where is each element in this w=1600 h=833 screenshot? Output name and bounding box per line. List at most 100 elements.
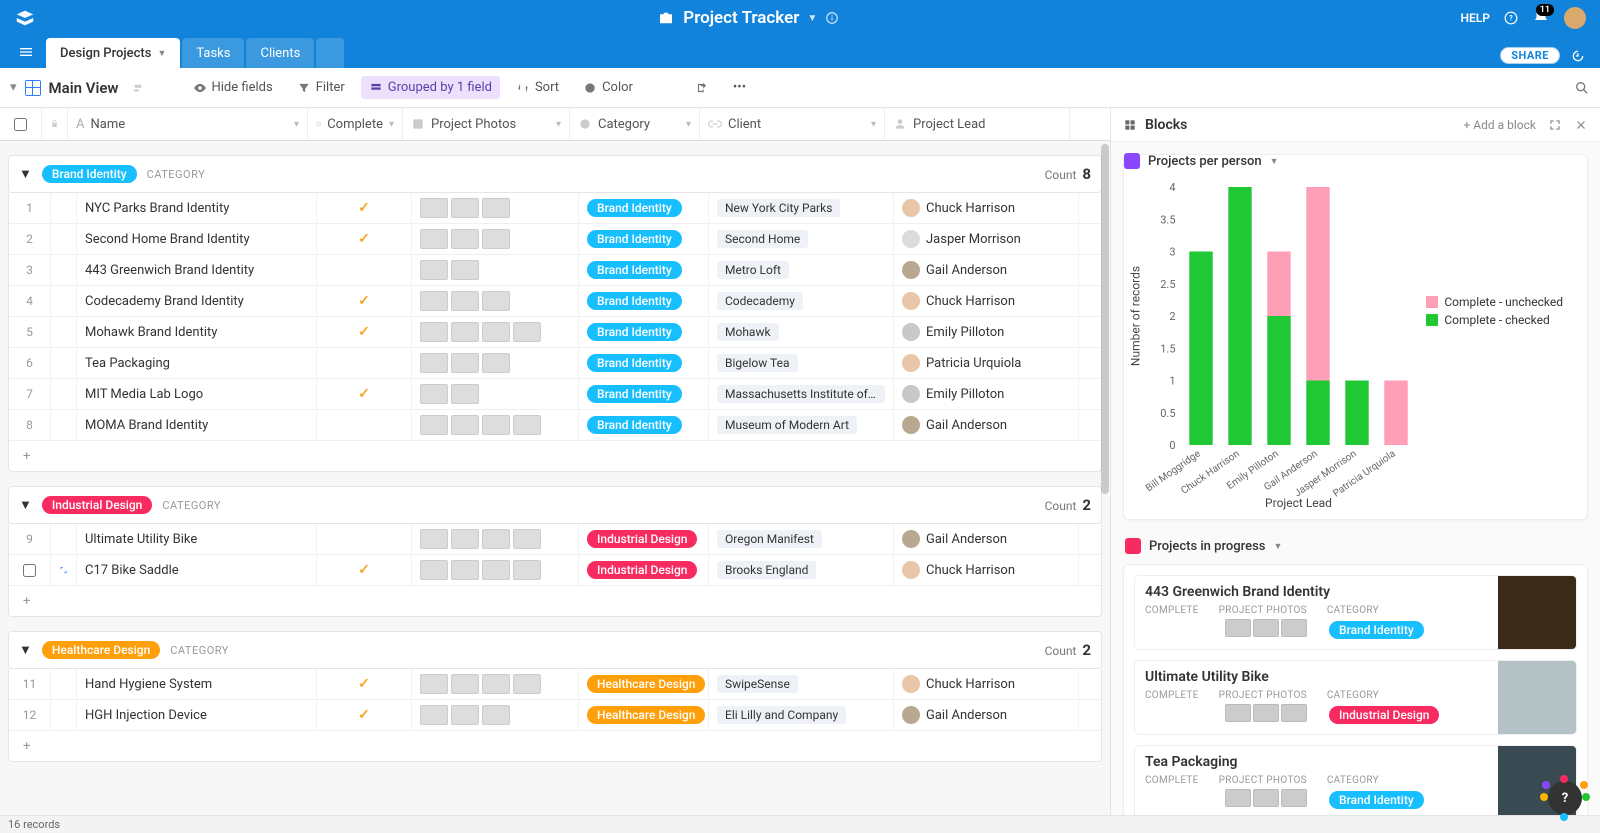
group-header[interactable]: ▼ Brand Identity CATEGORY Count 8 xyxy=(8,155,1102,193)
view-name[interactable]: Main View xyxy=(49,79,119,97)
cell-client[interactable]: Codecademy xyxy=(709,286,894,316)
cell-name[interactable]: MIT Media Lab Logo xyxy=(77,379,317,409)
photo-thumb[interactable] xyxy=(482,560,510,580)
search-icon[interactable] xyxy=(1574,80,1590,96)
photo-thumb[interactable] xyxy=(420,415,448,435)
photo-thumb[interactable] xyxy=(420,291,448,311)
cell-photos[interactable] xyxy=(412,379,579,409)
cell-client[interactable]: New York City Parks xyxy=(709,193,894,223)
select-all-checkbox[interactable] xyxy=(14,118,27,131)
cell-complete[interactable]: ✓ xyxy=(317,224,412,254)
cell-name[interactable]: Second Home Brand Identity xyxy=(77,224,317,254)
expand-record-button[interactable] xyxy=(51,524,77,554)
cell-photos[interactable] xyxy=(412,348,579,378)
photo-thumb[interactable] xyxy=(420,260,448,280)
table-row[interactable]: 8 MOMA Brand Identity Brand Identity Mus… xyxy=(9,410,1101,441)
cell-lead[interactable]: Chuck Harrison xyxy=(894,555,1079,585)
cell-client[interactable]: Mohawk xyxy=(709,317,894,347)
cell-photos[interactable] xyxy=(412,193,579,223)
column-category[interactable]: Category▾ xyxy=(570,108,700,140)
cell-photos[interactable] xyxy=(412,555,579,585)
expand-record-button[interactable] xyxy=(51,555,77,585)
cell-category[interactable]: Brand Identity xyxy=(579,317,709,347)
photo-thumb[interactable] xyxy=(451,529,479,549)
photo-thumb[interactable] xyxy=(482,291,510,311)
cell-lead[interactable]: Gail Anderson xyxy=(894,255,1079,285)
cell-complete[interactable] xyxy=(317,410,412,440)
group-header[interactable]: ▼ Healthcare Design CATEGORY Count 2 xyxy=(8,631,1102,669)
photo-thumb[interactable] xyxy=(420,229,448,249)
tab-design-projects[interactable]: Design Projects ▼ xyxy=(46,38,180,68)
photo-thumb[interactable] xyxy=(482,674,510,694)
photo-thumb[interactable] xyxy=(451,415,479,435)
table-row[interactable]: 2 Second Home Brand Identity ✓ Brand Ide… xyxy=(9,224,1101,255)
photo-thumb[interactable] xyxy=(451,705,479,725)
photo-thumb[interactable] xyxy=(420,674,448,694)
column-lead[interactable]: Project Lead xyxy=(885,108,1070,140)
expand-record-button[interactable] xyxy=(51,286,77,316)
history-icon[interactable] xyxy=(1570,48,1586,64)
cell-client[interactable]: Bigelow Tea xyxy=(709,348,894,378)
photo-thumb[interactable] xyxy=(513,529,541,549)
share-button[interactable]: SHARE xyxy=(1500,47,1560,64)
expand-icon[interactable] xyxy=(1548,118,1562,132)
cell-complete[interactable]: ✓ xyxy=(317,379,412,409)
cell-name[interactable]: Tea Packaging xyxy=(77,348,317,378)
cell-client[interactable]: Metro Loft xyxy=(709,255,894,285)
cell-complete[interactable]: ✓ xyxy=(317,700,412,730)
table-row[interactable]: C17 Bike Saddle ✓ Industrial Design Broo… xyxy=(9,555,1101,586)
cell-category[interactable]: Industrial Design xyxy=(579,555,709,585)
help-link[interactable]: HELP xyxy=(1461,11,1490,25)
progress-title[interactable]: Projects in progress xyxy=(1149,539,1265,554)
photo-thumb[interactable] xyxy=(513,322,541,342)
photo-thumb[interactable] xyxy=(451,198,479,218)
column-name[interactable]: AName▾ xyxy=(68,108,308,140)
help-icon[interactable]: ? xyxy=(1504,11,1518,25)
cell-photos[interactable] xyxy=(412,700,579,730)
table-row[interactable]: 4 Codecademy Brand Identity ✓ Brand Iden… xyxy=(9,286,1101,317)
cell-complete[interactable] xyxy=(317,348,412,378)
add-row-button[interactable]: + xyxy=(9,441,1101,471)
table-row[interactable]: 3 443 Greenwich Brand Identity Brand Ide… xyxy=(9,255,1101,286)
more-button[interactable]: ••• xyxy=(725,76,754,99)
cell-name[interactable]: MOMA Brand Identity xyxy=(77,410,317,440)
cell-photos[interactable] xyxy=(412,317,579,347)
expand-record-button[interactable] xyxy=(51,317,77,347)
expand-record-button[interactable] xyxy=(51,255,77,285)
photo-thumb[interactable] xyxy=(451,260,479,280)
photo-thumb[interactable] xyxy=(451,674,479,694)
collapse-icon[interactable]: ▼ xyxy=(19,497,32,513)
cell-name[interactable]: Hand Hygiene System xyxy=(77,669,317,699)
table-row[interactable]: 9 Ultimate Utility Bike Industrial Desig… xyxy=(9,524,1101,555)
cell-lead[interactable]: Chuck Harrison xyxy=(894,286,1079,316)
cell-lead[interactable]: Jasper Morrison xyxy=(894,224,1079,254)
cell-lead[interactable]: Gail Anderson xyxy=(894,700,1079,730)
cell-photos[interactable] xyxy=(412,669,579,699)
help-bubble[interactable]: ? xyxy=(1548,781,1582,815)
cell-photos[interactable] xyxy=(412,224,579,254)
hide-fields-button[interactable]: Hide fields xyxy=(185,76,281,99)
photo-thumb[interactable] xyxy=(482,529,510,549)
group-button[interactable]: Grouped by 1 field xyxy=(361,76,500,99)
chart-title[interactable]: Projects per person xyxy=(1148,154,1262,169)
chevron-down-icon[interactable]: ▼ xyxy=(1273,541,1282,552)
cell-lead[interactable]: Emily Pilloton xyxy=(894,379,1079,409)
cell-name[interactable]: Mohawk Brand Identity xyxy=(77,317,317,347)
cell-client[interactable]: Second Home xyxy=(709,224,894,254)
photo-thumb[interactable] xyxy=(451,353,479,373)
tab-clients[interactable]: Clients xyxy=(246,38,314,68)
cell-lead[interactable]: Gail Anderson xyxy=(894,410,1079,440)
photo-thumb[interactable] xyxy=(482,229,510,249)
expand-record-button[interactable] xyxy=(51,224,77,254)
expand-record-button[interactable] xyxy=(51,700,77,730)
cell-complete[interactable]: ✓ xyxy=(317,317,412,347)
expand-record-button[interactable] xyxy=(51,379,77,409)
color-button[interactable]: Color xyxy=(575,76,641,99)
cell-category[interactable]: Brand Identity xyxy=(579,193,709,223)
cell-category[interactable]: Healthcare Design xyxy=(579,669,709,699)
cell-complete[interactable]: ✓ xyxy=(317,286,412,316)
table-row[interactable]: 6 Tea Packaging Brand Identity Bigelow T… xyxy=(9,348,1101,379)
column-photos[interactable]: Project Photos▾ xyxy=(403,108,570,140)
photo-thumb[interactable] xyxy=(420,705,448,725)
photo-thumb[interactable] xyxy=(451,229,479,249)
